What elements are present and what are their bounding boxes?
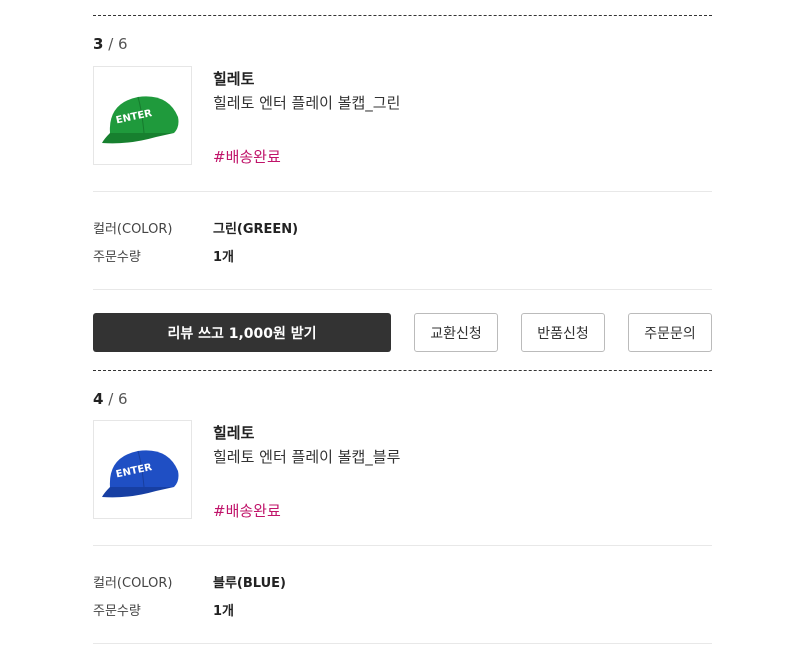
product-name[interactable]: 힐레토 엔터 플레이 볼캡_블루 <box>213 446 400 467</box>
return-request-button[interactable]: 반품신청 <box>521 313 605 352</box>
order-status: #배송완료 <box>213 502 281 520</box>
quantity-value: 1개 <box>213 250 235 265</box>
product-name[interactable]: 힐레토 엔터 플레이 볼캡_그린 <box>213 92 400 113</box>
quantity-label: 주문수량 <box>93 250 141 265</box>
quantity-label: 주문수량 <box>93 604 141 619</box>
product-brand: 힐레토 <box>213 424 255 442</box>
order-inquiry-button[interactable]: 주문문의 <box>628 313 712 352</box>
blue-cap-image: ENTER <box>101 449 178 497</box>
divider <box>93 191 712 192</box>
order-status: #배송완료 <box>213 148 281 166</box>
product-thumbnail[interactable]: ENTER <box>93 420 192 519</box>
item-counter-current: 3 <box>93 35 104 53</box>
product-brand: 힐레토 <box>213 70 255 88</box>
color-option-label: 컬러(COLOR) <box>93 576 173 591</box>
item-counter-sep: / <box>108 35 119 53</box>
product-thumbnail[interactable]: ENTER <box>93 66 192 165</box>
section-divider <box>93 15 712 16</box>
item-counter-sep: / <box>108 390 119 408</box>
write-review-button[interactable]: 리뷰 쓰고 1,000원 받기 <box>93 313 391 352</box>
divider <box>93 643 712 644</box>
divider <box>93 289 712 290</box>
color-option-value: 블루(BLUE) <box>213 576 286 591</box>
item-counter-total: 6 <box>118 35 128 53</box>
green-cap-image: ENTER <box>101 95 178 143</box>
divider <box>93 545 712 546</box>
color-option-value: 그린(GREEN) <box>213 222 299 237</box>
item-counter: 3 / 6 <box>93 35 128 53</box>
item-counter-current: 4 <box>93 390 104 408</box>
quantity-value: 1개 <box>213 604 235 619</box>
color-option-label: 컬러(COLOR) <box>93 222 173 237</box>
item-counter: 4 / 6 <box>93 390 128 408</box>
exchange-request-button[interactable]: 교환신청 <box>414 313 498 352</box>
section-divider <box>93 370 712 371</box>
item-counter-total: 6 <box>118 390 128 408</box>
